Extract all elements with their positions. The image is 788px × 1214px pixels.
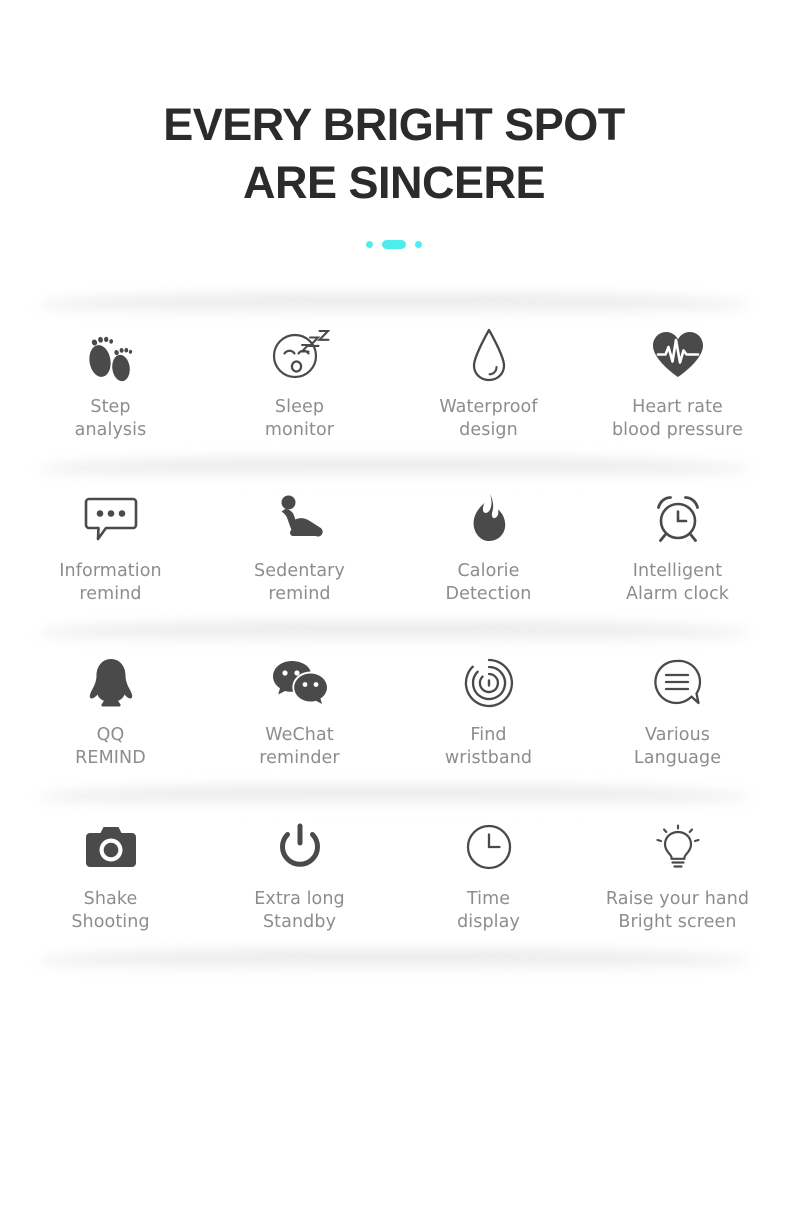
feature-item-calorie-detection[interactable]: Calorie Detection bbox=[394, 488, 583, 606]
page-title-line-1: EVERY BRIGHT SPOT bbox=[163, 99, 625, 150]
feature-item-qq-remind[interactable]: QQ REMIND bbox=[16, 652, 205, 770]
accent-divider bbox=[0, 238, 788, 250]
feature-showcase-page: EVERY BRIGHT SPOT ARE SINCERE Step analy… bbox=[0, 0, 788, 1214]
feature-label: Sedentary remind bbox=[254, 561, 345, 604]
feature-label: Heart rate blood pressure bbox=[611, 397, 744, 440]
speech-bubble-lines-icon bbox=[653, 652, 703, 714]
wechat-bubbles-icon bbox=[271, 652, 329, 714]
feature-item-time-display[interactable]: Time display bbox=[394, 816, 583, 934]
feature-item-step-analysis[interactable]: Step analysis bbox=[16, 324, 205, 442]
feature-label: Raise your hand Bright screen bbox=[605, 889, 750, 932]
feature-item-raise-hand-bright-screen[interactable]: Raise your hand Bright screen bbox=[583, 816, 772, 934]
page-title: EVERY BRIGHT SPOT ARE SINCERE bbox=[0, 96, 788, 212]
page-title-line-2: ARE SINCERE bbox=[242, 157, 546, 208]
accent-pill bbox=[382, 239, 406, 249]
feature-label: Calorie Detection bbox=[445, 561, 532, 604]
page-header: EVERY BRIGHT SPOT ARE SINCERE bbox=[0, 0, 788, 250]
feature-item-waterproof-design[interactable]: Waterproof design bbox=[394, 324, 583, 442]
feature-item-extra-long-standby[interactable]: Extra long Standby bbox=[205, 816, 394, 934]
feature-item-wechat-reminder[interactable]: WeChat reminder bbox=[205, 652, 394, 770]
water-drop-icon bbox=[468, 324, 510, 386]
power-button-icon bbox=[278, 816, 322, 878]
feature-item-information-remind[interactable]: Information remind bbox=[16, 488, 205, 606]
heart-pulse-icon bbox=[650, 324, 706, 386]
clock-icon bbox=[465, 816, 513, 878]
feature-label: Extra long Standby bbox=[254, 889, 345, 932]
alarm-clock-icon bbox=[652, 488, 704, 550]
feature-label: Shake Shooting bbox=[71, 889, 150, 932]
feature-label: WeChat reminder bbox=[259, 725, 340, 768]
sleeping-face-icon bbox=[270, 324, 330, 386]
lightbulb-icon bbox=[652, 816, 704, 878]
feature-label: Intelligent Alarm clock bbox=[625, 561, 730, 604]
accent-dot-left bbox=[366, 240, 373, 248]
feature-row: Shake Shooting Extra long Standby Time d… bbox=[0, 786, 788, 950]
feature-label: Step analysis bbox=[74, 397, 147, 440]
feature-item-intelligent-alarm[interactable]: Intelligent Alarm clock bbox=[583, 488, 772, 606]
feature-row: Step analysis Sleep monitor Waterproof d… bbox=[0, 294, 788, 458]
seated-person-icon bbox=[274, 488, 326, 550]
feature-label: Find wristband bbox=[444, 725, 533, 768]
section-bottom-shadow bbox=[0, 950, 788, 990]
feature-label: Sleep monitor bbox=[264, 397, 335, 440]
feature-item-sleep-monitor[interactable]: Sleep monitor bbox=[205, 324, 394, 442]
feature-item-find-wristband[interactable]: Find wristband bbox=[394, 652, 583, 770]
feature-item-shake-shooting[interactable]: Shake Shooting bbox=[16, 816, 205, 934]
feature-label: Time display bbox=[457, 889, 520, 932]
feature-row: QQ REMIND WeChat reminder Find wristband… bbox=[0, 622, 788, 786]
feature-item-various-language[interactable]: Various Language bbox=[583, 652, 772, 770]
feature-item-sedentary-remind[interactable]: Sedentary remind bbox=[205, 488, 394, 606]
feature-label: QQ REMIND bbox=[75, 725, 146, 768]
qq-penguin-icon bbox=[88, 652, 134, 714]
radar-rings-icon bbox=[464, 652, 514, 714]
feature-label: Information remind bbox=[59, 561, 162, 604]
accent-dot-right bbox=[415, 240, 422, 248]
feature-row: Information remind Sedentary remind Calo… bbox=[0, 458, 788, 622]
camera-icon bbox=[85, 816, 137, 878]
speech-bubble-dots-icon bbox=[84, 488, 138, 550]
feature-label: Waterproof design bbox=[439, 397, 538, 440]
feature-grid: Step analysis Sleep monitor Waterproof d… bbox=[0, 294, 788, 990]
feature-item-heart-rate[interactable]: Heart rate blood pressure bbox=[583, 324, 772, 442]
flame-icon bbox=[468, 488, 510, 550]
feature-label: Various Language bbox=[633, 725, 722, 768]
footprints-icon bbox=[82, 324, 140, 386]
